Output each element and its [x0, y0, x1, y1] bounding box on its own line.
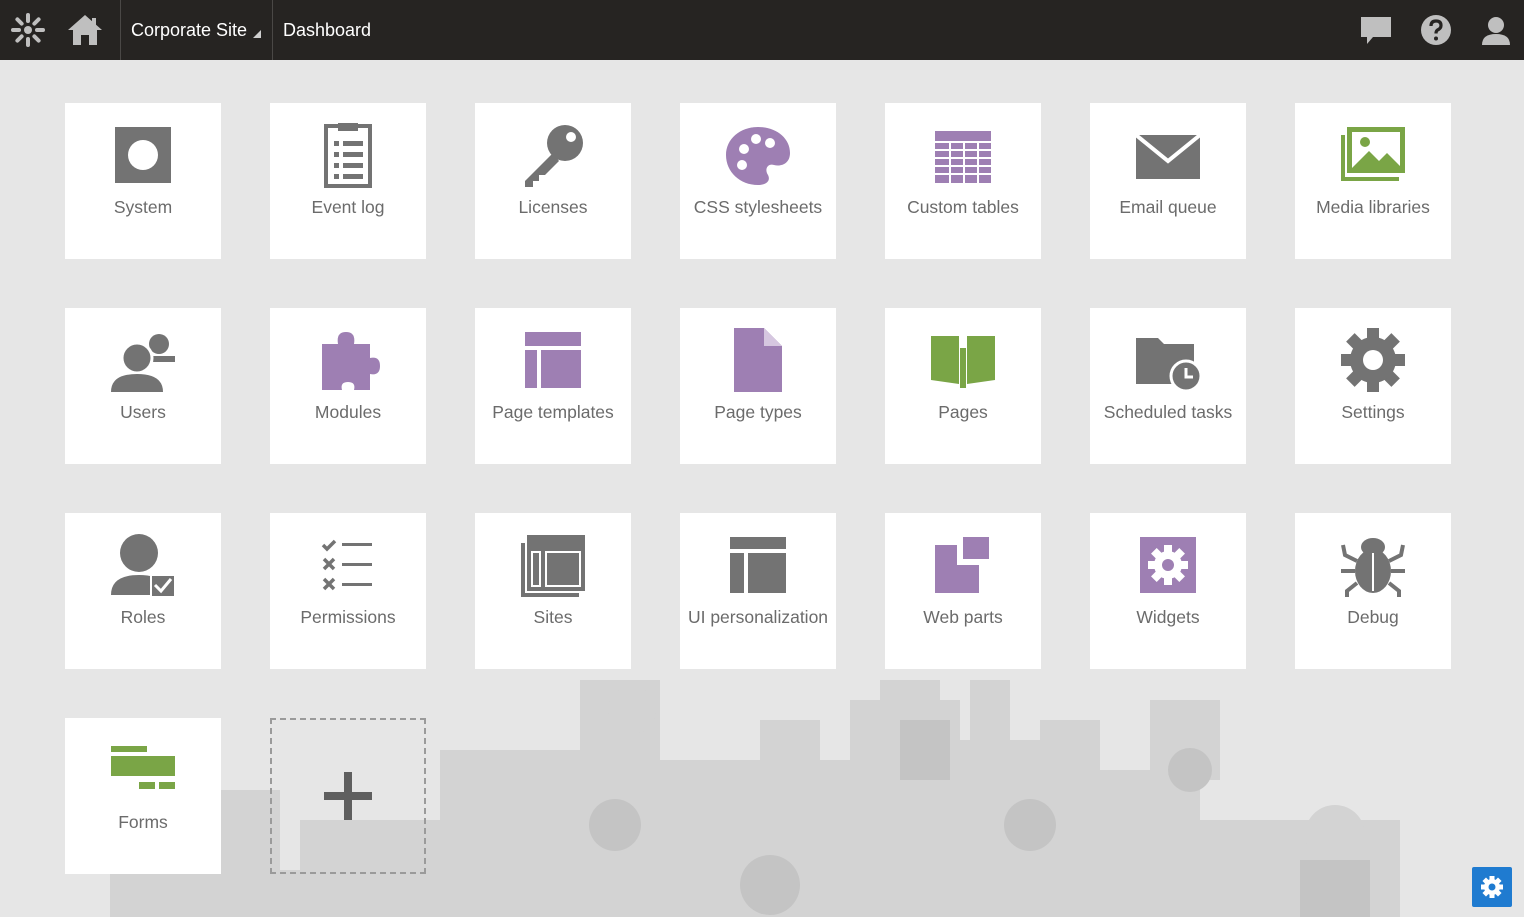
checklist-icon	[321, 539, 372, 591]
top-bar: Corporate Site Dashboard	[0, 0, 1524, 60]
divider	[272, 0, 273, 60]
tile-label: Forms	[118, 812, 168, 832]
folder-clock-icon	[1136, 338, 1202, 393]
bug-icon	[1341, 538, 1405, 597]
tile-label: UI personalization	[687, 607, 829, 627]
help-icon[interactable]	[1419, 13, 1453, 47]
tile-label: Custom tables	[907, 197, 1019, 217]
system-icon	[115, 127, 171, 183]
tile-label: Page types	[714, 402, 802, 422]
home-icon[interactable]	[66, 12, 104, 48]
table-icon	[935, 131, 991, 183]
tile-label: Scheduled tasks	[1103, 402, 1233, 422]
tile-label: Permissions	[300, 607, 396, 627]
tile-label: Debug	[1347, 607, 1399, 627]
tile-page-templates[interactable]: Page templates	[475, 308, 631, 464]
app-logo-icon[interactable]	[8, 10, 48, 50]
divider	[120, 0, 121, 60]
tile-label: System	[113, 197, 173, 217]
tile-scheduled-tasks[interactable]: Scheduled tasks	[1090, 308, 1246, 464]
tile-label: Pages	[938, 402, 988, 422]
users-icon	[111, 334, 175, 392]
site-selector[interactable]: Corporate Site	[131, 0, 262, 60]
tile-label: Widgets	[1136, 607, 1200, 627]
tile-label: Sites	[533, 607, 573, 627]
gear-icon	[1481, 876, 1503, 898]
widget-gear-icon	[1140, 537, 1196, 593]
tile-label: Modules	[314, 402, 382, 422]
tile-media-libraries[interactable]: Media libraries	[1295, 103, 1451, 259]
envelope-icon	[1134, 133, 1202, 179]
tile-widgets[interactable]: Widgets	[1090, 513, 1246, 669]
form-icon	[111, 746, 175, 789]
tile-label: Page templates	[492, 402, 614, 422]
tile-event-log[interactable]: Event log	[270, 103, 426, 259]
tile-email-queue[interactable]: Email queue	[1090, 103, 1246, 259]
palette-icon	[726, 127, 790, 185]
tile-label: Email queue	[1119, 197, 1217, 217]
dashboard-settings-button[interactable]	[1472, 867, 1512, 907]
tile-debug[interactable]: Debug	[1295, 513, 1451, 669]
ui-layout-icon	[730, 537, 786, 593]
tile-sites[interactable]: Sites	[475, 513, 631, 669]
tile-label: Web parts	[923, 607, 1003, 627]
web-parts-icon	[935, 537, 989, 593]
tile-forms[interactable]: Forms	[65, 718, 221, 874]
puzzle-icon	[322, 332, 380, 390]
key-icon	[525, 125, 583, 187]
tile-roles[interactable]: Roles	[65, 513, 221, 669]
tile-licenses[interactable]: Licenses	[475, 103, 631, 259]
role-icon	[111, 534, 176, 598]
tile-pages[interactable]: Pages	[885, 308, 1041, 464]
tile-users[interactable]: Users	[65, 308, 221, 464]
tile-label: Settings	[1341, 402, 1405, 422]
site-selector-label: Corporate Site	[131, 20, 248, 40]
tile-label: Media libraries	[1316, 197, 1430, 217]
image-icon	[1341, 127, 1405, 181]
tile-label: Users	[120, 402, 166, 422]
tile-label: Roles	[120, 607, 166, 627]
tile-permissions[interactable]: Permissions	[270, 513, 426, 669]
sites-icon	[521, 535, 585, 597]
tile-settings[interactable]: Settings	[1295, 308, 1451, 464]
tile-label: CSS stylesheets	[693, 197, 823, 217]
tile-system[interactable]: System	[65, 103, 221, 259]
event-log-icon	[324, 123, 372, 188]
tile-custom-tables[interactable]: Custom tables	[885, 103, 1041, 259]
plus-icon	[324, 772, 372, 820]
user-account-icon[interactable]	[1479, 13, 1513, 47]
tile-page-types[interactable]: Page types	[680, 308, 836, 464]
tile-label: Event log	[311, 197, 385, 217]
book-icon	[931, 336, 995, 388]
document-icon	[734, 328, 782, 392]
tile-web-parts[interactable]: Web parts	[885, 513, 1041, 669]
add-application-tile[interactable]	[270, 718, 426, 874]
layout-icon	[525, 332, 581, 388]
breadcrumb: Dashboard	[283, 20, 372, 40]
tile-ui-personalization[interactable]: UI personalization	[680, 513, 836, 669]
chat-icon[interactable]	[1359, 13, 1393, 47]
tile-label: Licenses	[518, 197, 588, 217]
tile-modules[interactable]: Modules	[270, 308, 426, 464]
caret-down-icon	[253, 30, 262, 38]
gear-icon	[1341, 328, 1405, 392]
tile-css-stylesheets[interactable]: CSS stylesheets	[680, 103, 836, 259]
